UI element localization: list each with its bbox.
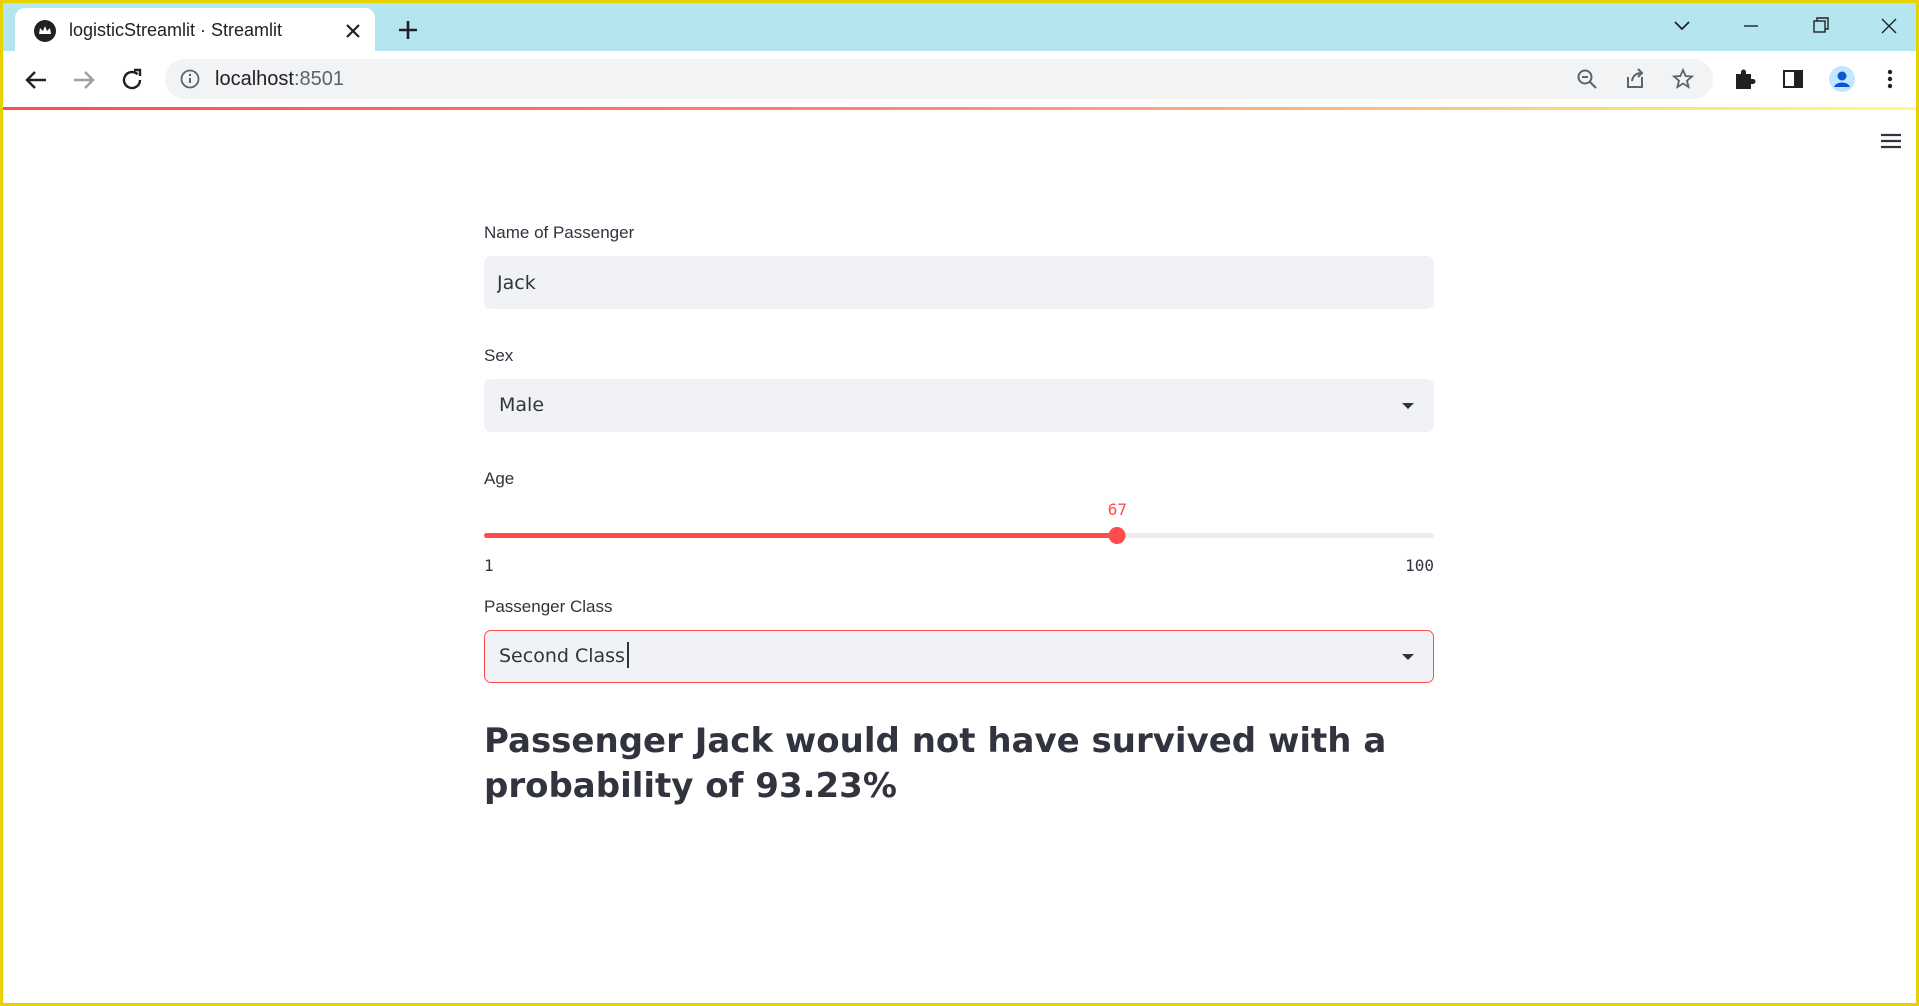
- text-cursor: [626, 641, 629, 668]
- chevron-down-icon: [1402, 403, 1414, 409]
- browser-window: logisticStreamlit · Streamlit localhost:…: [0, 0, 1919, 1006]
- name-field: Name of Passenger: [484, 222, 1434, 309]
- chevron-down-icon: [1402, 654, 1414, 660]
- tab-title: logisticStreamlit · Streamlit: [69, 20, 283, 40]
- share-icon[interactable]: [1623, 67, 1647, 91]
- back-arrow-icon[interactable]: [20, 64, 52, 96]
- restore-icon[interactable]: [1803, 11, 1837, 41]
- sex-selected-value: Male: [499, 394, 545, 416]
- name-label: Name of Passenger: [484, 223, 635, 242]
- age-field: Age 67 1 100: [484, 468, 1434, 575]
- extensions-puzzle-icon[interactable]: [1731, 65, 1759, 93]
- profile-avatar-icon[interactable]: [1828, 65, 1856, 93]
- age-slider[interactable]: 67 1 100: [484, 490, 1434, 575]
- tab-strip: logisticStreamlit · Streamlit: [3, 0, 1916, 54]
- zoom-out-icon[interactable]: [1575, 67, 1599, 91]
- name-input[interactable]: [485, 257, 1433, 308]
- url-port: :8501: [293, 68, 344, 90]
- url-text: localhost:8501: [215, 68, 344, 91]
- side-panel-icon[interactable]: [1779, 65, 1807, 93]
- age-slider-track[interactable]: [484, 533, 1434, 538]
- browser-tab[interactable]: logisticStreamlit · Streamlit: [15, 8, 375, 54]
- tab-search-chevron-icon[interactable]: [1665, 11, 1699, 41]
- browser-toolbar: localhost:8501: [3, 51, 1916, 107]
- reload-icon[interactable]: [116, 64, 148, 96]
- age-slider-max: 100: [1405, 556, 1434, 575]
- new-tab-icon[interactable]: [393, 15, 423, 45]
- passenger-class-label: Passenger Class: [484, 597, 613, 616]
- streamlit-crown-icon: [34, 20, 56, 42]
- streamlit-app: Name of Passenger Sex Male Age: [3, 110, 1916, 1003]
- age-slider-min: 1: [484, 556, 494, 575]
- site-info-icon[interactable]: [179, 68, 201, 90]
- address-bar[interactable]: localhost:8501: [165, 59, 1713, 99]
- close-window-icon[interactable]: [1872, 11, 1906, 41]
- forward-arrow-icon[interactable]: [68, 64, 100, 96]
- bookmark-star-icon[interactable]: [1671, 67, 1695, 91]
- prediction-result: Passenger Jack would not have survived w…: [484, 721, 1387, 806]
- close-tab-icon[interactable]: [341, 19, 365, 43]
- main-content: Name of Passenger Sex Male Age: [484, 222, 1434, 809]
- sex-select[interactable]: Male: [484, 379, 1434, 432]
- age-label: Age: [484, 469, 515, 488]
- age-slider-value: 67: [1107, 500, 1127, 519]
- name-input-box[interactable]: [484, 256, 1434, 309]
- sex-field: Sex Male: [484, 345, 1434, 432]
- passenger-class-select[interactable]: Second Class: [484, 630, 1434, 683]
- url-host: localhost: [215, 68, 294, 90]
- passenger-class-field: Passenger Class Second Class: [484, 596, 1434, 683]
- age-slider-fill: [484, 533, 1118, 538]
- sex-label: Sex: [484, 346, 514, 365]
- hamburger-menu-icon[interactable]: [1876, 126, 1906, 156]
- passenger-class-selected-wrap: Second Class: [499, 641, 629, 668]
- browser-menu-kebab-icon[interactable]: [1876, 65, 1904, 93]
- age-slider-thumb[interactable]: [1108, 527, 1126, 544]
- minimize-icon[interactable]: [1734, 11, 1768, 41]
- passenger-class-selected-value: Second Class: [499, 645, 625, 667]
